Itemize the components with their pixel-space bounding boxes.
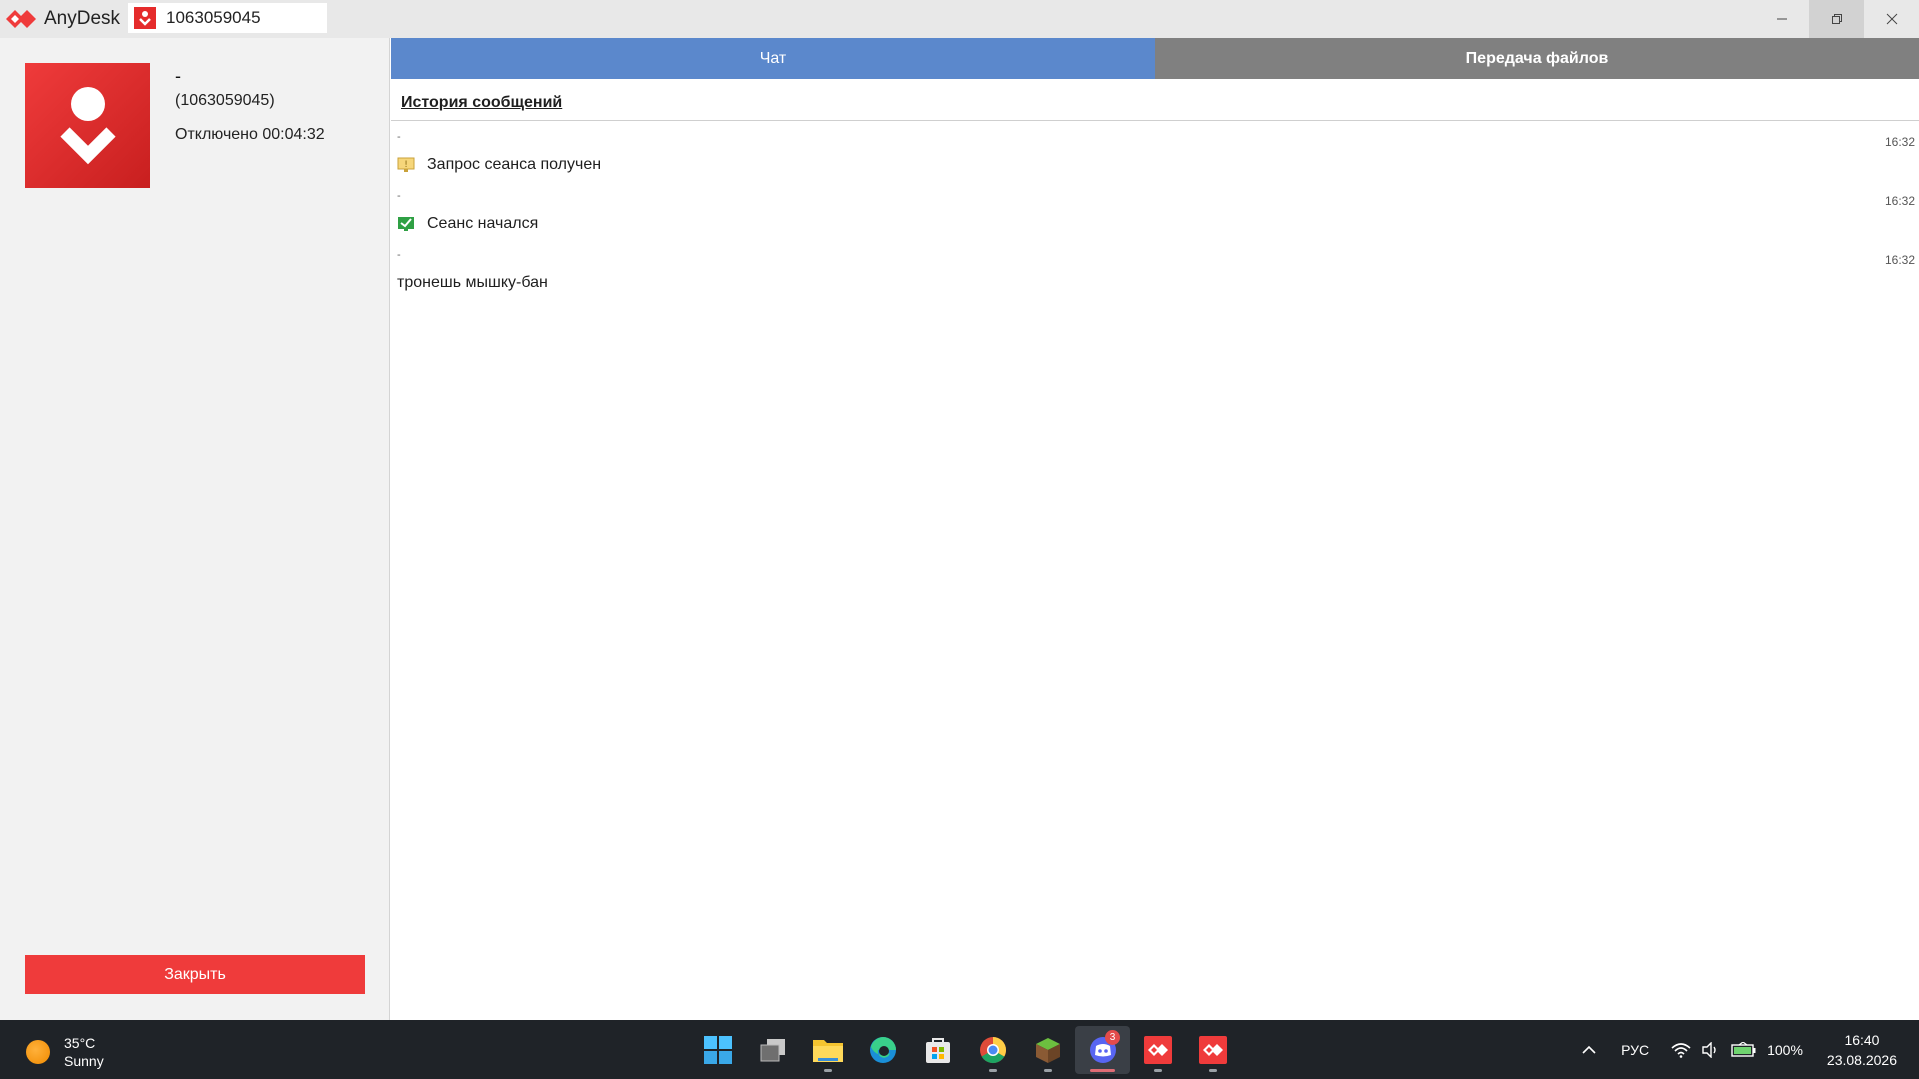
- anydesk-icon: [1198, 1036, 1227, 1064]
- weather-desc: Sunny: [64, 1053, 104, 1069]
- sunny-icon: [26, 1040, 50, 1064]
- battery-icon[interactable]: [1731, 1041, 1757, 1058]
- title-bar: AnyDesk 1063059045: [0, 0, 1919, 38]
- list-item: - 16:32 тронешь мышку-бан: [391, 239, 1919, 298]
- clock-date: 23.08.2026: [1826, 1051, 1897, 1068]
- discord-button[interactable]: 3: [1075, 1026, 1130, 1074]
- file-explorer-button[interactable]: [800, 1026, 855, 1074]
- message-time: 16:32: [1884, 253, 1915, 267]
- discord-badge: 3: [1105, 1030, 1120, 1045]
- user-avatar-icon: [59, 86, 116, 164]
- anydesk-logo[interactable]: AnyDesk: [0, 0, 120, 38]
- window-controls: [1754, 0, 1919, 38]
- chrome-button[interactable]: [965, 1026, 1020, 1074]
- tab-chat[interactable]: Чат: [391, 38, 1155, 79]
- start-button[interactable]: [690, 1026, 745, 1074]
- restore-button[interactable]: [1809, 0, 1864, 38]
- anydesk-logo-icon: [6, 10, 36, 28]
- list-item: - 16:32 Сеанс начался: [391, 180, 1919, 239]
- edge-button[interactable]: [855, 1026, 910, 1074]
- clock[interactable]: 16:40 23.08.2026: [1827, 1030, 1897, 1070]
- message-body: Сеанс начался: [397, 215, 538, 233]
- weather-widget[interactable]: 35°C Sunny: [26, 1034, 104, 1070]
- message-history-title[interactable]: История сообщений: [401, 94, 562, 112]
- session-info-panel: - (1063059045) Отключено 00:04:32 Закрыт…: [0, 38, 390, 1020]
- tab-bar: Чат Передача файлов: [391, 38, 1919, 79]
- svg-text:!: !: [404, 160, 408, 170]
- avatar: [25, 63, 150, 188]
- message-body: ! Запрос сеанса получен: [397, 156, 601, 174]
- session-status: Отключено 00:04:32: [175, 126, 325, 143]
- task-view-icon: [760, 1039, 785, 1062]
- message-sender: -: [397, 131, 401, 143]
- tab-file-transfer[interactable]: Передача файлов: [1155, 38, 1919, 79]
- anydesk-button[interactable]: [1130, 1026, 1185, 1074]
- message-time: 16:32: [1884, 194, 1915, 208]
- remote-id: (1063059045): [175, 92, 275, 109]
- session-tab-icon: [134, 7, 156, 29]
- message-body: тронешь мышку-бан: [397, 274, 548, 292]
- start-icon: [703, 1036, 732, 1064]
- taskbar: 35°C Sunny 3 РУС 100% 16:40 23.08.2026: [0, 1020, 1919, 1079]
- edge-icon: [869, 1037, 896, 1063]
- session-tab-label: 1063059045: [166, 8, 261, 27]
- app-name: AnyDesk: [44, 8, 121, 29]
- battery-percent: 100%: [1767, 1041, 1803, 1058]
- message-sender: -: [397, 249, 401, 261]
- minimize-button[interactable]: [1754, 0, 1809, 38]
- system-tray: РУС 100% 16:40 23.08.2026: [1579, 1020, 1919, 1079]
- chrome-icon: [979, 1037, 1006, 1064]
- message-text: тронешь мышку-бан: [397, 274, 548, 291]
- store-button[interactable]: [910, 1026, 965, 1074]
- chevron-up-icon[interactable]: [1579, 1045, 1599, 1055]
- anydesk-button[interactable]: [1185, 1026, 1240, 1074]
- remote-name: -: [175, 66, 181, 86]
- message-text: Сеанс начался: [427, 215, 539, 232]
- anydesk-icon: [1143, 1036, 1172, 1064]
- store-icon: [925, 1038, 950, 1063]
- volume-icon[interactable]: [1701, 1041, 1721, 1058]
- session-request-icon: !: [397, 157, 415, 173]
- list-item: - 16:32 ! Запрос сеанса получен: [391, 121, 1919, 180]
- message-time: 16:32: [1884, 135, 1915, 149]
- message-history-header: История сообщений: [391, 79, 1919, 121]
- session-started-check-icon: [397, 216, 415, 232]
- weather-temp: 35°C: [64, 1035, 96, 1051]
- close-session-button[interactable]: Закрыть: [25, 955, 365, 994]
- clock-time: 16:40: [1844, 1031, 1880, 1048]
- minecraft-icon: [1035, 1038, 1060, 1063]
- message-list: - 16:32 ! Запрос сеанса получен - 16:32 …: [391, 121, 1919, 298]
- taskbar-apps: 3: [690, 1026, 1240, 1074]
- message-sender: -: [397, 190, 401, 202]
- session-tab[interactable]: 1063059045: [128, 3, 327, 33]
- message-text: Запрос сеанса получен: [427, 156, 602, 173]
- task-view-button[interactable]: [745, 1026, 800, 1074]
- wifi-icon[interactable]: [1671, 1042, 1691, 1058]
- minecraft-button[interactable]: [1020, 1026, 1075, 1074]
- language-indicator[interactable]: РУС: [1621, 1042, 1649, 1058]
- close-window-button[interactable]: [1864, 0, 1919, 38]
- file-explorer-icon: [812, 1040, 843, 1062]
